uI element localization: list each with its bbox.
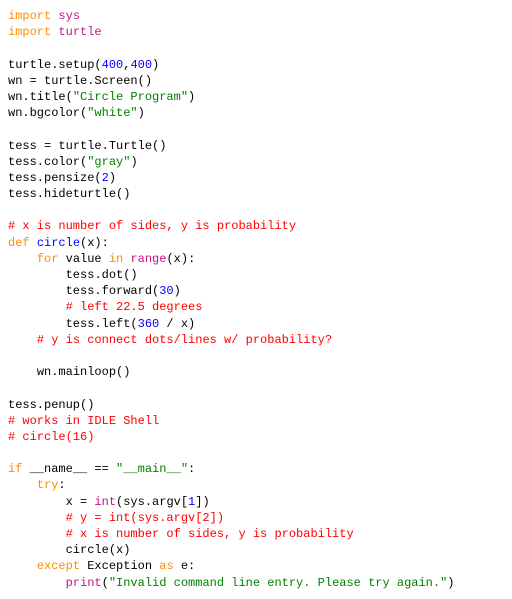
string-circle-program: "Circle Program" <box>73 90 188 104</box>
call-wn-bgcolor: wn.bgcolor <box>8 106 80 120</box>
builtin-int: int <box>94 495 116 509</box>
string-white: "white" <box>87 106 137 120</box>
keyword-as: as <box>159 559 173 573</box>
keyword-try: try <box>37 478 59 492</box>
string-invalid: "Invalid command line entry. Please try … <box>109 576 447 590</box>
keyword-import: import <box>8 25 51 39</box>
module-sys: sys <box>58 9 80 23</box>
keyword-for: for <box>37 252 59 266</box>
call-tess-pensize: tess.pensize <box>8 171 94 185</box>
number-30: 30 <box>159 284 173 298</box>
string-main: "__main__" <box>116 462 188 476</box>
number-2: 2 <box>102 171 109 185</box>
string-gray: "gray" <box>87 155 130 169</box>
call-turtle-turtle: turtle.Turtle <box>58 139 152 153</box>
call-tess-penup: tess.penup() <box>8 398 94 412</box>
keyword-in: in <box>109 252 123 266</box>
keyword-import: import <box>8 9 51 23</box>
number-360: 360 <box>138 317 160 331</box>
call-circle-x: circle(x) <box>66 543 131 557</box>
builtin-print: print <box>66 576 102 590</box>
comment-xy-prob: # x is number of sides, y is probability <box>8 219 296 233</box>
call-tess-forward: tess.forward <box>66 284 152 298</box>
call-wn-mainloop: wn.mainloop() <box>37 365 131 379</box>
func-name-circle: circle <box>37 236 80 250</box>
param-x: (x): <box>80 236 109 250</box>
keyword-except: except <box>37 559 80 573</box>
comment-y-connect: # y is connect dots/lines w/ probability… <box>37 333 332 347</box>
code-block: import sys import turtle turtle.setup(40… <box>8 8 504 591</box>
comment-circle-16: # circle(16) <box>8 430 94 444</box>
number-400: 400 <box>102 58 124 72</box>
assign-wn: wn = <box>8 74 44 88</box>
assign-x: x = <box>66 495 95 509</box>
call-tess-left: tess.left <box>66 317 131 331</box>
call-turtle-setup: turtle.setup <box>8 58 94 72</box>
comment-idle-shell: # works in IDLE Shell <box>8 414 159 428</box>
call-tess-dot: tess.dot() <box>66 268 138 282</box>
call-tess-color: tess.color <box>8 155 80 169</box>
comment-x-sides: # x is number of sides, y is probability <box>66 527 354 541</box>
assign-tess: tess = <box>8 139 58 153</box>
comment-y-int: # y = int(sys.argv[2]) <box>66 511 224 525</box>
keyword-if: if <box>8 462 22 476</box>
comment-left-22-5: # left 22.5 degrees <box>66 300 203 314</box>
builtin-range: range <box>130 252 166 266</box>
name-dunder: __name__ == <box>22 462 116 476</box>
call-turtle-screen: turtle.Screen <box>44 74 138 88</box>
keyword-def: def <box>8 236 30 250</box>
call-wn-title: wn.title <box>8 90 66 104</box>
module-turtle: turtle <box>58 25 101 39</box>
call-tess-hideturtle: tess.hideturtle <box>8 187 116 201</box>
number-400: 400 <box>130 58 152 72</box>
